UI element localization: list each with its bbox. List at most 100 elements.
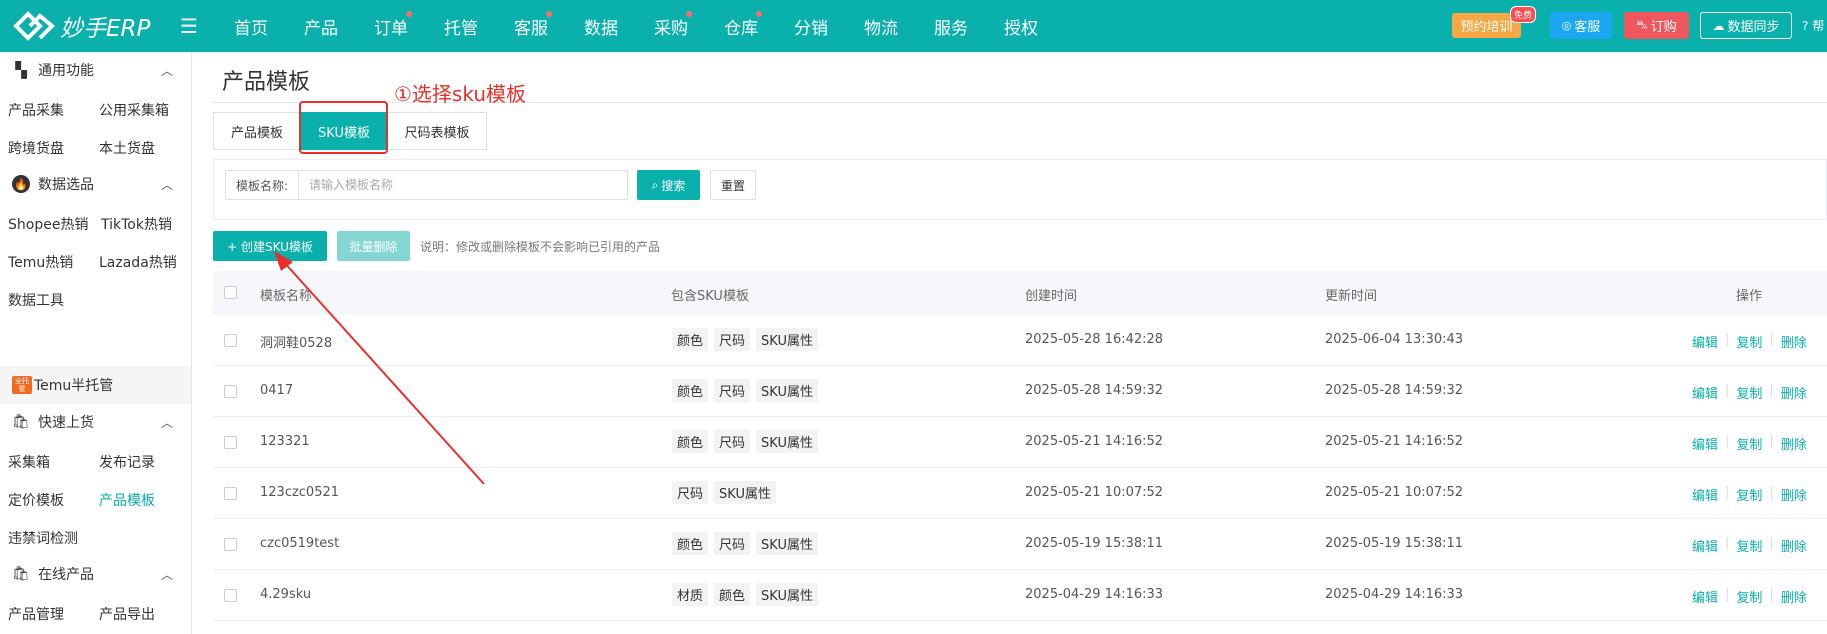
row-checkbox[interactable] — [224, 436, 237, 449]
fire-icon: 🔥 — [12, 175, 30, 193]
nav-label: 首页 — [234, 18, 268, 39]
sidebar-item-product-export[interactable]: 产品导出 — [99, 604, 155, 624]
sidebar-item-cross-goods[interactable]: 跨境货盘 — [8, 138, 64, 158]
sidebar-item-tiktok-hot[interactable]: TikTok热销 — [101, 214, 172, 234]
logo-text: 妙手ERP — [60, 16, 151, 42]
delete-button[interactable]: 删除 — [1781, 485, 1807, 504]
sidebar-item-public-box[interactable]: 公用采集箱 — [99, 100, 169, 120]
sidebar-item-product-template[interactable]: 产品模板 — [99, 490, 155, 510]
sidebar-item-publish-log[interactable]: 发布记录 — [99, 452, 155, 472]
logo[interactable]: 妙手ERP — [12, 8, 162, 44]
copy-button[interactable]: 复制 — [1736, 485, 1762, 504]
template-name-input[interactable] — [299, 172, 600, 198]
edit-button[interactable]: 编辑 — [1692, 536, 1718, 555]
updated-time: 2025-05-21 14:16:52 — [1325, 434, 1464, 449]
delete-button[interactable]: 删除 — [1781, 434, 1807, 453]
updated-time: 2025-05-19 15:38:11 — [1325, 536, 1464, 551]
sku-tag: 尺码 — [714, 328, 751, 351]
template-name-field: 模板名称: — [225, 170, 628, 200]
row-checkbox[interactable] — [224, 487, 237, 500]
select-all-checkbox[interactable] — [224, 286, 237, 299]
sidebar-item-data-tools[interactable]: 数据工具 — [8, 290, 64, 310]
order-button[interactable]: ⛍ 订购 — [1624, 12, 1689, 39]
nav-item[interactable]: 采购 — [636, 10, 706, 39]
delete-button[interactable]: 删除 — [1781, 536, 1807, 555]
sidebar-group-online-products[interactable]: 🛍 在线产品 ︿ — [0, 556, 191, 592]
delete-button[interactable]: 删除 — [1781, 587, 1807, 606]
copy-button[interactable]: 复制 — [1736, 332, 1762, 351]
sidebar-item-lazada-hot[interactable]: Lazada热销 — [99, 252, 177, 272]
nav-item[interactable]: 客服 — [496, 10, 566, 39]
sidebar-group-data-selection[interactable]: 🔥 数据选品 ︿ — [0, 166, 191, 202]
nav-item[interactable]: 数据 — [566, 14, 636, 39]
cart-icon: ⛍ — [1636, 18, 1648, 31]
edit-button[interactable]: 编辑 — [1692, 485, 1718, 504]
sku-tag: 颜色 — [672, 328, 709, 351]
nav-item[interactable]: 仓库 — [706, 10, 776, 39]
batch-delete-button[interactable]: 批量删除 — [337, 231, 410, 261]
nav-item[interactable]: 订单 — [356, 10, 426, 39]
order-label: 订购 — [1650, 20, 1677, 35]
edit-button[interactable]: 编辑 — [1692, 434, 1718, 453]
sidebar-item-product-management[interactable]: 产品管理 — [8, 604, 64, 624]
help-link[interactable]: ? 帮 — [1802, 17, 1824, 34]
row-checkbox[interactable] — [224, 385, 237, 398]
copy-button[interactable]: 复制 — [1736, 536, 1762, 555]
sku-tag: SKU属性 — [756, 430, 818, 453]
copy-button[interactable]: 复制 — [1736, 587, 1762, 606]
delete-button[interactable]: 删除 — [1781, 332, 1807, 351]
notification-dot — [546, 10, 552, 17]
edit-button[interactable]: 编辑 — [1692, 332, 1718, 351]
sidebar-group-general[interactable]: ▚ 通用功能 ︿ — [0, 52, 191, 88]
template-name: czc0519test — [260, 536, 340, 551]
updated-time: 2025-05-28 14:59:32 — [1325, 383, 1464, 398]
row-checkbox[interactable] — [224, 334, 237, 347]
row-checkbox[interactable] — [224, 589, 237, 602]
sidebar-group-quick-listing[interactable]: 🛍 快速上货 ︿ — [0, 404, 191, 440]
temu-icon: 全托管 TEMU — [12, 376, 32, 401]
nav-item[interactable]: 服务 — [916, 14, 986, 39]
edit-button[interactable]: 编辑 — [1692, 383, 1718, 402]
sku-tags: 颜色 尺码 SKU属性 — [672, 532, 824, 555]
search-button[interactable]: ⌕ 搜索 — [637, 170, 700, 200]
template-name: 洞洞鞋0528 — [260, 336, 333, 351]
sidebar-item-pricing-template[interactable]: 定价模板 — [8, 490, 64, 510]
nav-item[interactable]: 首页 — [216, 14, 286, 39]
sidebar-item-banned-words[interactable]: 违禁词检测 — [8, 528, 78, 548]
copy-button[interactable]: 复制 — [1736, 434, 1762, 453]
nav-item[interactable]: 授权 — [986, 14, 1056, 39]
delete-button[interactable]: 删除 — [1781, 383, 1807, 402]
customer-service-button[interactable]: ◎ 客服 — [1550, 12, 1612, 39]
nav-label: 授权 — [1004, 18, 1038, 39]
edit-button[interactable]: 编辑 — [1692, 587, 1718, 606]
tab-size-chart-template[interactable]: 尺码表模板 — [387, 112, 487, 150]
sku-tag: SKU属性 — [756, 328, 818, 351]
updated-time: 2025-05-21 10:07:52 — [1325, 485, 1464, 500]
nav-item[interactable]: 分销 — [776, 14, 846, 39]
separator: | — [1725, 332, 1730, 347]
sidebar-item-shopee-hot[interactable]: Shopee热销 — [8, 214, 88, 234]
nav-item[interactable]: 托管 — [426, 14, 496, 39]
sidebar-item-label: Temu半托管 — [34, 378, 114, 394]
sidebar-item-local-goods[interactable]: 本土货盘 — [99, 138, 155, 158]
sidebar-item-temu-hot[interactable]: Temu热销 — [8, 252, 73, 272]
sku-tag: 材质 — [672, 583, 709, 606]
tab-product-template[interactable]: 产品模板 — [213, 112, 301, 150]
reset-button[interactable]: 重置 — [710, 170, 756, 200]
create-sku-template-button[interactable]: + 创建SKU模板 — [213, 231, 327, 261]
sidebar-item-collect-box[interactable]: 采集箱 — [8, 452, 50, 472]
column-header-sku-templates: 包含SKU模板 — [671, 289, 749, 304]
table-row: czc0519test 颜色 尺码 SKU属性 2025-05-19 15:38:11 2… — [213, 519, 1827, 570]
copy-button[interactable]: 复制 — [1736, 383, 1762, 402]
nav-item[interactable]: 产品 — [286, 14, 356, 39]
nav-label: 分销 — [794, 18, 828, 39]
row-actions: 编辑 | 复制 | 删除 — [1692, 536, 1807, 555]
row-checkbox[interactable] — [224, 538, 237, 551]
nav-item[interactable]: 物流 — [846, 14, 916, 39]
data-sync-button[interactable]: ☁ 数据同步 — [1700, 12, 1792, 39]
sidebar-item-temu-semi[interactable]: 全托管 TEMU Temu半托管 — [0, 366, 191, 404]
sidebar-item-collect[interactable]: 产品采集 — [8, 100, 64, 120]
annotation-text: ①选择sku模板 — [394, 82, 526, 106]
sync-label: 数据同步 — [1727, 20, 1780, 35]
menu-icon[interactable]: ☰ — [180, 14, 202, 38]
